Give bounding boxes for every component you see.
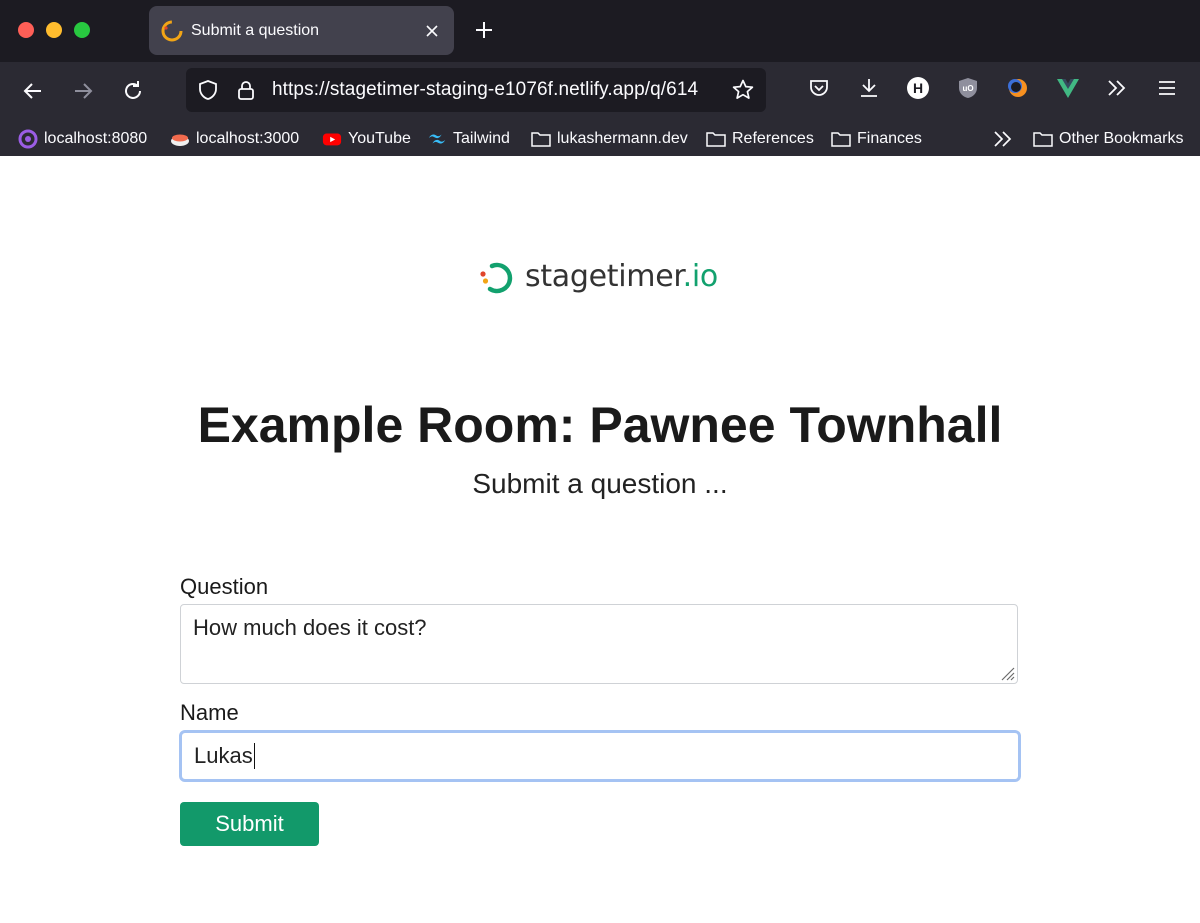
stagetimer-favicon-icon [161,20,183,41]
page-content: stagetimer.io Example Room: Pawnee Townh… [0,156,1200,923]
name-text: Lukas [194,743,253,768]
folder-icon [531,129,551,149]
forward-arrow-icon[interactable] [68,76,98,106]
url-bar[interactable]: https://stagetimer-staging-e1076f.netlif… [186,68,766,112]
downloads-icon[interactable] [855,74,883,102]
overflow-chevrons-icon[interactable] [1103,74,1131,102]
bookmark-item[interactable]: localhost:8080 [18,128,147,150]
question-textarea[interactable]: How much does it cost? [180,604,1018,684]
bookmarks-overflow-chevrons-icon[interactable] [992,128,1014,150]
hamburger-menu-icon[interactable] [1153,74,1181,102]
other-bookmarks-folder[interactable]: Other Bookmarks [1033,128,1183,150]
text-caret [253,743,255,769]
url-text[interactable]: https://stagetimer-staging-e1076f.netlif… [272,79,728,101]
name-label: Name [180,700,239,725]
browser-chrome: Submit a question https://stagetimer-sta [0,0,1200,156]
bookmark-label: localhost:3000 [196,130,300,147]
svg-text:H: H [913,80,923,96]
bookmark-item[interactable]: localhost:3000 [170,128,299,150]
stagetimer-logo[interactable]: stagetimer.io [478,257,718,295]
title-bar: Submit a question [0,0,1200,62]
active-tab[interactable]: Submit a question [149,6,454,55]
question-form: Question How much does it cost? Name Luk… [179,574,1021,846]
logo-text-tld: .io [682,258,719,294]
minimize-window-button[interactable] [46,22,62,38]
tab-title: Submit a question [191,21,320,39]
bookmark-item[interactable]: YouTube [322,128,411,150]
lock-icon[interactable] [234,78,258,102]
tailwind-icon [427,129,447,149]
bookmark-folder[interactable]: lukashermann.dev [531,128,688,150]
bookmark-item[interactable]: Tailwind [427,128,510,150]
bookmark-label: References [732,130,814,147]
bookmark-label: lukashermann.dev [557,130,688,147]
window-controls [18,22,90,38]
bookmark-label: localhost:8080 [44,130,148,147]
pocket-icon[interactable] [805,74,833,102]
folder-icon [831,129,851,149]
name-input[interactable]: Lukas [179,730,1021,782]
reload-icon[interactable] [118,76,148,106]
back-arrow-icon[interactable] [18,76,48,106]
folder-icon [706,129,726,149]
bookmark-folder[interactable]: References [706,128,814,150]
close-tab-icon[interactable] [418,17,446,45]
submit-button[interactable]: Submit [180,802,319,846]
bookmark-label: Other Bookmarks [1059,130,1184,147]
resize-grip-icon[interactable] [999,665,1015,681]
bookmarks-bar: localhost:8080 localhost:3000 YouTube Ta… [0,118,1200,156]
sushi-icon [170,129,190,149]
bookmark-star-icon[interactable] [728,75,758,105]
question-label: Question [180,574,269,599]
logo-text: stagetimer.io [525,259,718,294]
youtube-icon [322,129,342,149]
zoom-window-button[interactable] [74,22,90,38]
room-title: Example Room: Pawnee Townhall [197,397,1003,453]
new-tab-icon[interactable] [470,16,498,44]
vue-devtools-icon[interactable] [1054,74,1082,102]
shield-icon[interactable] [196,78,220,102]
logo-text-main: stagetimer [525,258,683,294]
folder-icon [1033,129,1053,149]
bookmark-label: YouTube [348,130,411,147]
theme-extension-icon[interactable] [1004,74,1032,102]
close-window-button[interactable] [18,22,34,38]
extension-h-icon[interactable]: H [904,74,932,102]
page-subtitle: Submit a question ... [472,468,728,499]
dev-icon [18,129,38,149]
svg-text:uO: uO [962,84,973,93]
stagetimer-logo-icon [480,262,513,294]
bookmark-label: Tailwind [453,130,510,147]
question-text: How much does it cost? [193,615,427,640]
bookmark-folder[interactable]: Finances [831,128,922,150]
bookmark-label: Finances [857,130,922,147]
ublock-origin-icon[interactable]: uO [954,74,982,102]
